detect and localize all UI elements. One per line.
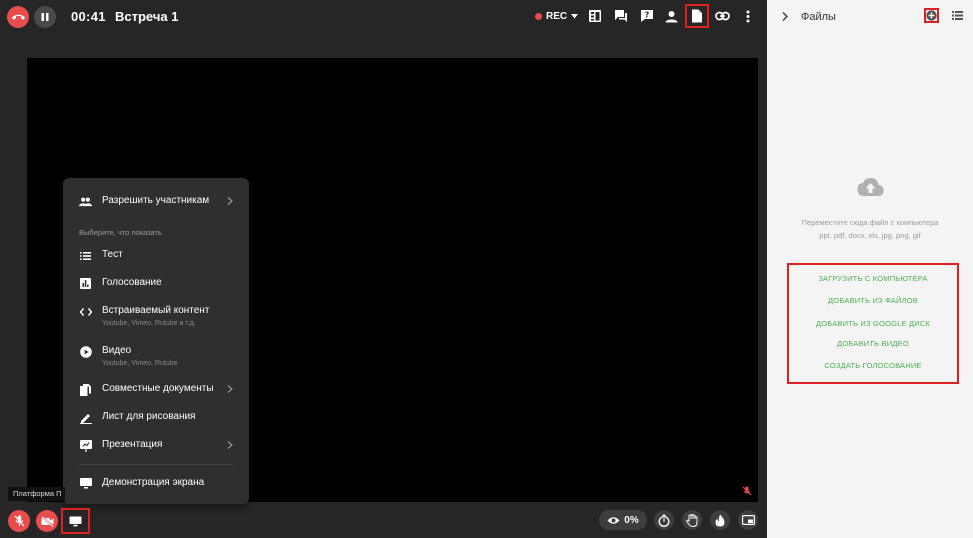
menu-item-drawing-sheet[interactable]: Лист для рисования [79, 411, 195, 424]
bar-chart-icon [79, 277, 92, 290]
files-panel: Файлы Переместите сюда файл с компьютера… [767, 0, 973, 538]
menu-section-label: Выберите, что показать [79, 228, 162, 237]
more-menu-button[interactable] [740, 8, 756, 24]
menu-item-label: Разрешить участникам [102, 195, 210, 206]
menu-item-video[interactable]: Видео Youtube, Vimeo, Rutube [79, 345, 178, 367]
menu-item-label: Презентация [102, 439, 163, 450]
menu-item-label: Лист для рисования [102, 411, 196, 422]
menu-item-presentation[interactable]: Презентация [79, 439, 162, 452]
menu-item-subtitle: Youtube, Vimeo, Rutube и т.д. [102, 320, 196, 327]
cloud-upload-icon [857, 178, 884, 196]
menu-item-shared-docs[interactable]: Совместные документы [79, 383, 214, 396]
mic-toggle-button[interactable] [8, 510, 30, 532]
questions-button[interactable]: ? [639, 8, 655, 24]
documents-icon [79, 383, 92, 396]
top-bar: 00:41 Встреча 1 REC ? [0, 0, 767, 36]
svg-text:?: ? [645, 11, 650, 20]
record-label: REC [546, 11, 568, 22]
tooltip: Платформа П [8, 487, 65, 501]
menu-item-label: Голосование [102, 277, 162, 288]
chevron-right-icon[interactable] [782, 12, 788, 21]
raise-hand-button[interactable] [682, 510, 702, 530]
picture-in-picture-button[interactable] [738, 510, 758, 530]
eye-icon [607, 516, 620, 524]
screen-share-button[interactable] [61, 508, 90, 534]
viewers-percent: 0% [624, 514, 639, 526]
drop-hint: Переместите сюда файл с компьютера ppt, … [767, 216, 973, 242]
document-icon [692, 9, 702, 23]
menu-item-subtitle: Youtube, Vimeo, Rutube [102, 360, 178, 367]
phone-hangup-icon [11, 14, 25, 20]
camera-off-icon [40, 515, 54, 527]
menu-allow-participants[interactable]: Разрешить участникам [79, 195, 209, 208]
list-view-icon[interactable] [952, 10, 963, 21]
files-button[interactable] [685, 4, 709, 28]
picture-in-picture-icon [741, 515, 755, 525]
clapperboard-icon [589, 10, 601, 22]
chevron-down-icon [571, 14, 579, 19]
chevron-right-icon [227, 385, 233, 393]
pause-button[interactable] [34, 6, 56, 28]
files-panel-title: Файлы [801, 11, 836, 23]
file-actions: ЗАГРУЗИТЬ С КОМПЬЮТЕРА ДОБАВИТЬ ИЗ ФАЙЛО… [787, 263, 959, 384]
add-from-files-link[interactable]: ДОБАВИТЬ ИЗ ФАЙЛОВ [789, 296, 957, 305]
add-from-google-drive-link[interactable]: ДОБАВИТЬ ИЗ GOOGLE ДИСК [789, 319, 957, 328]
people-icon [79, 195, 92, 208]
hand-icon [686, 513, 698, 527]
list-icon [79, 249, 92, 262]
drop-hint-formats: ppt, pdf, docx, xls, jpg, png, gif [819, 231, 921, 240]
board-button[interactable] [587, 8, 603, 24]
menu-item-label: Видео [102, 345, 132, 356]
menu-item-label: Совместные документы [102, 383, 214, 394]
more-vertical-icon [746, 10, 750, 22]
menu-item-test[interactable]: Тест [79, 249, 123, 262]
share-menu: Разрешить участникам Выберите, что показ… [63, 178, 249, 504]
menu-item-label: Демонстрация экрана [102, 477, 205, 488]
chat-icon [615, 10, 627, 22]
menu-item-poll[interactable]: Голосование [79, 277, 162, 290]
presentation-icon [79, 439, 92, 452]
monitor-icon [79, 477, 92, 490]
menu-item-label: Встраиваемый контент [102, 305, 210, 316]
code-icon [79, 305, 92, 318]
chevron-right-icon [227, 441, 233, 449]
record-dot-icon [535, 13, 542, 20]
camera-toggle-button[interactable] [36, 510, 58, 532]
viewers-counter[interactable]: 0% [599, 510, 647, 530]
youtube-icon [79, 345, 92, 358]
fire-icon [715, 514, 725, 526]
menu-item-embed[interactable]: Встраиваемый контент Youtube, Vimeo, Rut… [79, 305, 209, 327]
meeting-title: Встреча 1 [115, 9, 179, 24]
add-video-link[interactable]: ДОБАВИТЬ ВИДЕО [789, 339, 957, 348]
reactions-button[interactable] [710, 510, 730, 530]
chevron-right-icon [227, 197, 233, 205]
add-file-button[interactable] [924, 8, 939, 23]
meeting-timer: 00:41 [71, 9, 106, 24]
mic-off-icon [742, 486, 752, 496]
menu-item-label: Тест [102, 249, 123, 260]
question-icon: ? [641, 10, 653, 22]
record-button[interactable]: REC [535, 11, 579, 22]
timer-button[interactable] [654, 510, 674, 530]
pause-icon [41, 13, 49, 21]
link-button[interactable] [714, 8, 730, 24]
upload-from-computer-link[interactable]: ЗАГРУЗИТЬ С КОМПЬЮТЕРА [789, 274, 957, 283]
meeting-area: 00:41 Встреча 1 REC ? Разрешить участник… [0, 0, 767, 538]
menu-item-screen-share[interactable]: Демонстрация экрана [79, 477, 204, 490]
pencil-icon [79, 411, 92, 424]
menu-divider [79, 464, 233, 465]
link-icon [714, 11, 730, 21]
stopwatch-icon [658, 514, 670, 527]
mic-off-icon [14, 515, 24, 527]
chat-button[interactable] [613, 8, 629, 24]
monitor-icon [69, 516, 82, 526]
person-icon [665, 10, 677, 22]
participants-button[interactable] [663, 8, 679, 24]
add-circle-icon [926, 10, 937, 21]
end-call-button[interactable] [7, 6, 29, 28]
create-poll-link[interactable]: СОЗДАТЬ ГОЛОСОВАНИЕ [789, 361, 957, 370]
drop-hint-line: Переместите сюда файл с компьютера [801, 218, 939, 227]
